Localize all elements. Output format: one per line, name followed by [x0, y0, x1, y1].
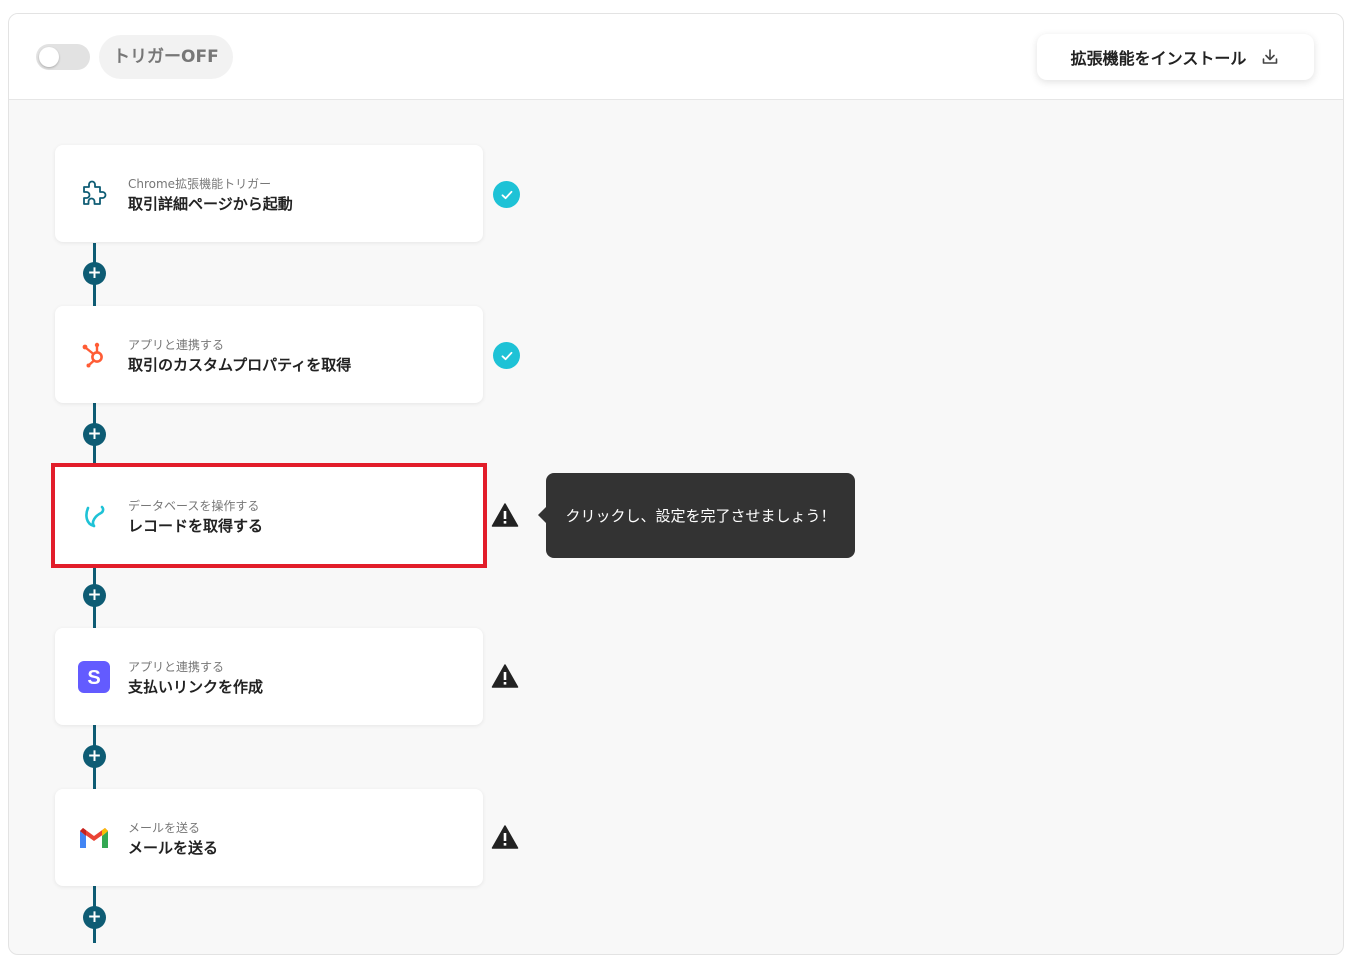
install-extension-button[interactable]: 拡張機能をインストール [1037, 34, 1314, 80]
warning-icon [491, 503, 519, 527]
setup-tooltip: クリックし、設定を完了させましょう！ [538, 473, 855, 558]
step-subtitle: アプリと連携する [128, 660, 225, 674]
add-step-button[interactable]: + [83, 906, 106, 929]
yoom-database-icon [85, 505, 105, 528]
step-title: メールを送る [128, 839, 219, 857]
toggle-knob [39, 47, 59, 67]
step-card-hubspot[interactable]: アプリと連携する 取引のカスタムプロパティを取得 [55, 306, 483, 403]
step-subtitle: データベースを操作する [128, 499, 260, 513]
status-check-icon [493, 181, 520, 208]
step-card-stripe[interactable]: S アプリと連携する 支払いリンクを作成 [55, 628, 483, 725]
puzzle-icon [83, 180, 107, 205]
add-step-button[interactable]: + [83, 262, 106, 285]
tooltip-arrow [538, 507, 546, 523]
tooltip-text: クリックし、設定を完了させましょう！ [565, 507, 836, 525]
step-title: 取引のカスタムプロパティを取得 [128, 356, 352, 374]
trigger-toggle[interactable] [36, 44, 90, 70]
add-step-button[interactable]: + [83, 745, 106, 768]
status-check-icon [493, 342, 520, 369]
stripe-icon: S [78, 661, 110, 693]
install-extension-label: 拡張機能をインストール [1070, 49, 1247, 68]
step-subtitle: アプリと連携する [128, 338, 225, 352]
step-title: レコードを取得する [128, 517, 264, 535]
step-card-gmail[interactable]: メールを送る メールを送る [55, 789, 483, 886]
trigger-status-label: トリガーOFF [99, 35, 233, 79]
hubspot-icon [82, 342, 103, 368]
gmail-icon [80, 828, 108, 848]
svg-text:S: S [87, 667, 100, 689]
download-icon [1263, 49, 1278, 64]
add-step-button[interactable]: + [83, 423, 106, 446]
step-subtitle: メールを送る [128, 821, 201, 835]
step-card-chrome-trigger[interactable]: Chrome拡張機能トリガー 取引詳細ページから起動 [55, 145, 483, 242]
step-card-database-record[interactable]: データベースを操作する レコードを取得する [51, 463, 487, 568]
step-subtitle: Chrome拡張機能トリガー [128, 177, 272, 191]
step-title: 支払いリンクを作成 [128, 678, 264, 696]
warning-icon [491, 664, 519, 688]
warning-icon [491, 825, 519, 849]
flow-editor: トリガーOFF 拡張機能をインストール Chrome拡張機能トリガー 取引詳細ペ… [8, 13, 1344, 955]
step-title: 取引詳細ページから起動 [128, 195, 293, 213]
header-bar: トリガーOFF 拡張機能をインストール [9, 14, 1343, 100]
add-step-button[interactable]: + [83, 584, 106, 607]
